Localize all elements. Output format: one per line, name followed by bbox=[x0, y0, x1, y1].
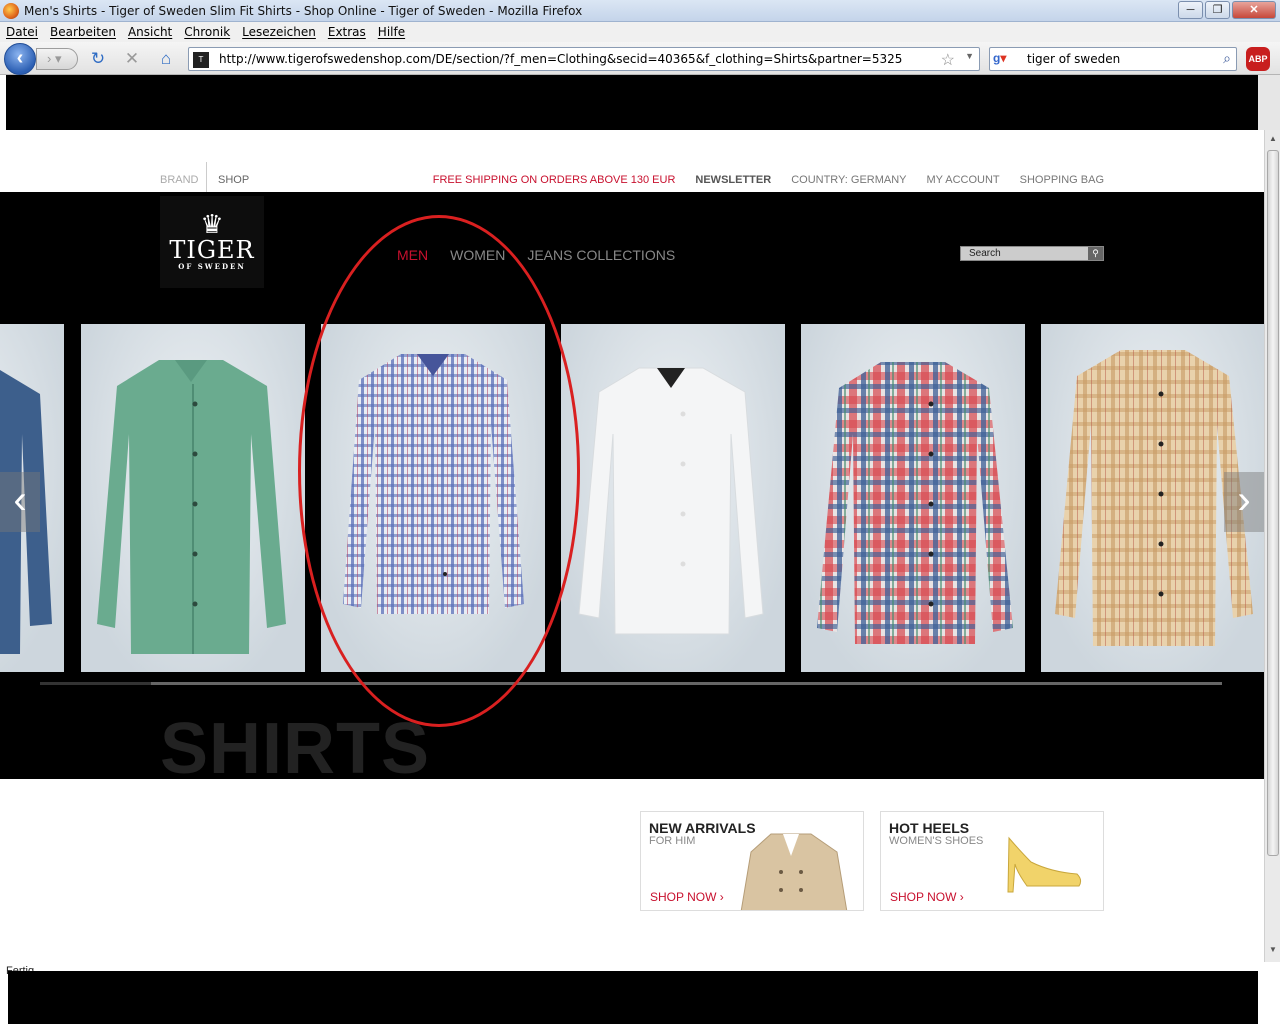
shirt-image-white bbox=[578, 367, 764, 635]
back-arrow-icon[interactable]: ‹ bbox=[4, 43, 36, 75]
site-top-bar: BRAND SHOP FREE SHIPPING ON ORDERS ABOVE… bbox=[0, 130, 1264, 192]
toolbar-edge bbox=[1258, 75, 1280, 130]
close-window-button[interactable]: ✕ bbox=[1232, 1, 1276, 19]
brand-link[interactable]: BRAND bbox=[160, 174, 199, 186]
product-blue-check-shirt[interactable] bbox=[321, 324, 545, 672]
yellow-heel-image bbox=[1007, 836, 1082, 893]
menu-lesezeichen[interactable]: Lesezeichen bbox=[242, 25, 316, 39]
shirt-image-green bbox=[97, 360, 286, 654]
menu-hilfe[interactable]: Hilfe bbox=[378, 25, 405, 39]
logo-name: TIGER bbox=[169, 236, 255, 264]
site-search-placeholder: Search bbox=[969, 248, 1001, 259]
section-title: SHIRTS bbox=[160, 709, 431, 789]
bookmark-star-icon[interactable]: ☆ bbox=[941, 50, 955, 70]
carousel-scrollbar[interactable] bbox=[40, 682, 1222, 685]
navigation-toolbar: ‹ › ▾ ↻ ✕ ⌂ T http://www.tigerofswedensh… bbox=[0, 42, 1280, 75]
menu-ansicht[interactable]: Ansicht bbox=[128, 25, 172, 39]
nav-women[interactable]: WOMEN bbox=[450, 247, 505, 263]
window-titlebar: Men's Shirts - Tiger of Sweden Slim Fit … bbox=[0, 0, 1280, 22]
menu-extras[interactable]: Extras bbox=[328, 25, 366, 39]
web-page: BRAND SHOP FREE SHIPPING ON ORDERS ABOVE… bbox=[0, 130, 1264, 971]
stop-icon[interactable]: ✕ bbox=[122, 49, 142, 69]
carousel-scroll-thumb[interactable] bbox=[151, 682, 1222, 685]
scroll-thumb[interactable] bbox=[1267, 150, 1279, 856]
url-text[interactable]: http://www.tigerofswedenshop.com/DE/sect… bbox=[219, 52, 902, 66]
search-query[interactable]: tiger of sweden bbox=[1027, 52, 1120, 66]
newsletter-link[interactable]: NEWSLETTER bbox=[695, 174, 771, 186]
shop-link[interactable]: SHOP bbox=[218, 174, 249, 186]
shirt-image-blue-check bbox=[343, 354, 524, 614]
hero-section: ♛ TIGER OF SWEDEN MEN WOMEN JEANS COLLEC… bbox=[0, 192, 1264, 789]
menu-bar: Datei Bearbeiten Ansicht Chronik Lesezei… bbox=[0, 22, 1280, 42]
product-green-shirt[interactable] bbox=[81, 324, 305, 672]
nav-jeans-collections[interactable]: JEANS COLLECTIONS bbox=[527, 247, 675, 263]
free-shipping-notice[interactable]: FREE SHIPPING ON ORDERS ABOVE 130 EUR bbox=[433, 174, 676, 186]
redacted-region bbox=[6, 75, 1258, 130]
search-bar[interactable]: g▾ tiger of sweden ⌕ bbox=[989, 47, 1237, 71]
site-favicon-icon: T bbox=[193, 52, 209, 68]
trench-coat-image bbox=[740, 833, 848, 910]
promo-new-arrivals[interactable]: NEW ARRIVALS FOR HIM SHOP NOW › bbox=[640, 811, 864, 911]
redacted-region bbox=[8, 971, 1258, 1024]
product-white-shirt[interactable] bbox=[561, 324, 785, 672]
promo-hot-heels[interactable]: HOT HEELS WOMEN'S SHOES SHOP NOW › bbox=[880, 811, 1104, 911]
country-selector[interactable]: COUNTRY: GERMANY bbox=[791, 174, 906, 186]
magnifier-icon[interactable]: ⚲ bbox=[1088, 247, 1103, 260]
adblock-icon[interactable]: ABP bbox=[1246, 47, 1270, 71]
product-carousel: ‹ › bbox=[0, 324, 1264, 672]
url-dropdown-icon[interactable]: ▼ bbox=[965, 51, 974, 61]
address-bar[interactable]: T http://www.tigerofswedenshop.com/DE/se… bbox=[188, 47, 980, 71]
search-icon[interactable]: ⌕ bbox=[1223, 50, 1231, 67]
minimize-button[interactable]: ─ bbox=[1178, 1, 1203, 19]
my-account-link[interactable]: MY ACCOUNT bbox=[927, 174, 1000, 186]
tiger-of-sweden-logo[interactable]: ♛ TIGER OF SWEDEN bbox=[160, 196, 264, 288]
home-icon[interactable]: ⌂ bbox=[156, 49, 176, 69]
reload-icon[interactable]: ↻ bbox=[88, 49, 108, 69]
google-icon[interactable]: g▾ bbox=[993, 51, 1019, 67]
carousel-prev-icon[interactable]: ‹ bbox=[0, 472, 40, 532]
page-scrollbar[interactable]: ▲ ▼ bbox=[1264, 130, 1280, 962]
menu-datei[interactable]: Datei bbox=[6, 25, 38, 39]
menu-chronik[interactable]: Chronik bbox=[184, 25, 230, 39]
window-title: Men's Shirts - Tiger of Sweden Slim Fit … bbox=[24, 3, 583, 18]
forward-arrow-icon[interactable]: › ▾ bbox=[36, 48, 78, 70]
scroll-down-icon[interactable]: ▼ bbox=[1267, 945, 1279, 959]
nav-men[interactable]: MEN bbox=[397, 247, 428, 263]
menu-bearbeiten[interactable]: Bearbeiten bbox=[50, 25, 116, 39]
site-search-input[interactable]: Search ⚲ bbox=[960, 246, 1104, 261]
product-red-blue-plaid-shirt[interactable] bbox=[801, 324, 1025, 672]
carousel-next-icon[interactable]: › bbox=[1224, 472, 1264, 532]
tiger-crest-icon: ♛ bbox=[200, 209, 224, 239]
firefox-icon bbox=[3, 2, 19, 19]
restore-button[interactable]: ❐ bbox=[1205, 1, 1230, 19]
main-nav: MEN WOMEN JEANS COLLECTIONS bbox=[397, 247, 675, 263]
shirt-image-plaid bbox=[817, 362, 1013, 644]
scroll-up-icon[interactable]: ▲ bbox=[1267, 134, 1279, 148]
shopping-bag-link[interactable]: SHOPPING BAG bbox=[1020, 174, 1104, 186]
divider bbox=[206, 162, 207, 192]
